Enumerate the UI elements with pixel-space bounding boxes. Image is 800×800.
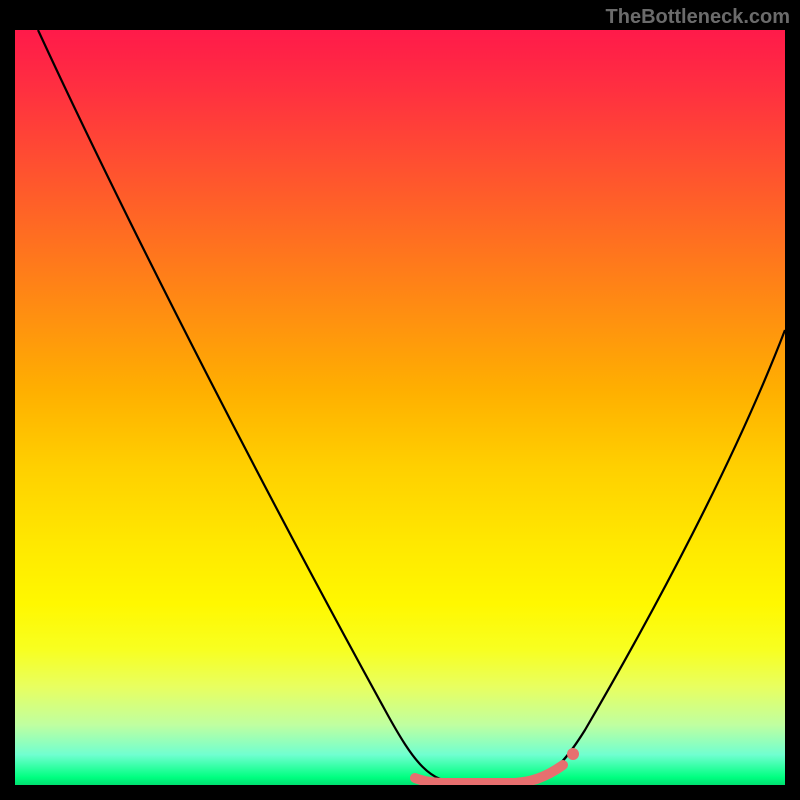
marker-dots	[415, 765, 563, 783]
curve-path	[38, 30, 785, 783]
marker-end-dot	[567, 748, 579, 760]
chart-svg	[15, 30, 785, 785]
watermark-text: TheBottleneck.com	[606, 6, 790, 29]
plot-gradient-background	[15, 30, 785, 785]
